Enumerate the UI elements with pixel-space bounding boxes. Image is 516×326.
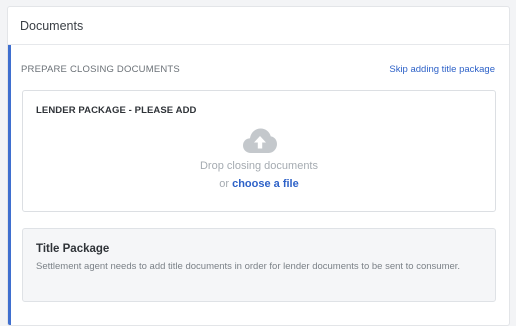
choose-file-link[interactable]: choose a file xyxy=(232,178,299,190)
card-header: Documents xyxy=(8,7,509,45)
documents-card: Documents PREPARE CLOSING DOCUMENTS Skip… xyxy=(7,6,510,326)
card-body: PREPARE CLOSING DOCUMENTS Skip adding ti… xyxy=(8,45,509,325)
lender-package-dropzone[interactable]: LENDER PACKAGE - PLEASE ADD Drop closing… xyxy=(22,90,496,212)
skip-title-package-link[interactable]: Skip adding title package xyxy=(389,64,495,75)
title-package-heading: Title Package xyxy=(36,243,110,255)
cloud-upload-icon xyxy=(243,128,277,153)
drop-instructions: Drop closing documents xyxy=(199,160,318,172)
title-package-panel: Title Package Settlement agent needs to … xyxy=(22,228,496,302)
section-header: PREPARE CLOSING DOCUMENTS Skip adding ti… xyxy=(21,62,495,76)
dropzone-title: LENDER PACKAGE - PLEASE ADD xyxy=(36,105,197,116)
card-title: Documents xyxy=(20,18,84,33)
title-package-description: Settlement agent needs to add title docu… xyxy=(36,261,461,272)
or-label: or xyxy=(219,178,230,190)
section-title: PREPARE CLOSING DOCUMENTS xyxy=(21,63,180,75)
choose-file-row: or choose a file xyxy=(23,178,495,190)
